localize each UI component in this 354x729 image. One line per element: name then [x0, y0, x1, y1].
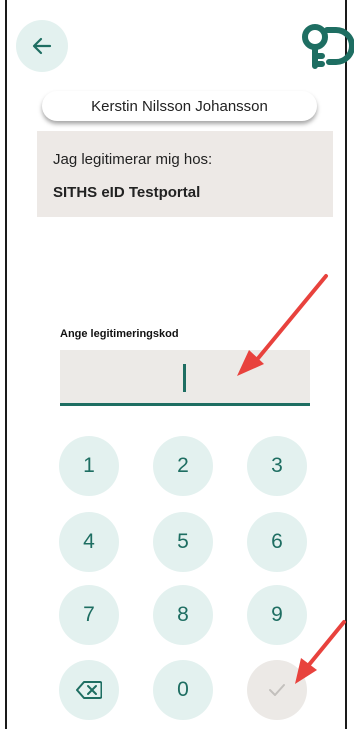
keypad-key-7[interactable]: 7	[59, 585, 119, 645]
key-label: 8	[177, 603, 189, 626]
keypad-key-6[interactable]: 6	[247, 512, 307, 572]
user-name-badge: Kerstin Nilsson Johansson	[42, 91, 317, 121]
info-intro-text: Jag legitimerar mig hos:	[53, 151, 213, 168]
key-label: 1	[83, 454, 95, 477]
keypad-key-5[interactable]: 5	[153, 512, 213, 572]
keypad-key-9[interactable]: 9	[247, 585, 307, 645]
frame-border-left	[5, 0, 7, 729]
key-label: 5	[177, 530, 189, 553]
service-name: SITHS eID Testportal	[53, 184, 201, 201]
frame-border-right	[345, 0, 347, 729]
keypad-key-3[interactable]: 3	[247, 436, 307, 496]
confirm-button[interactable]	[247, 660, 307, 720]
relying-party-info: Jag legitimerar mig hos: SITHS eID Testp…	[37, 131, 333, 217]
text-caret	[183, 364, 186, 392]
keypad-key-0[interactable]: 0	[153, 660, 213, 720]
key-label: 2	[177, 454, 189, 477]
keypad-key-1[interactable]: 1	[59, 436, 119, 496]
key-logo-icon	[302, 24, 354, 69]
key-label: 6	[271, 530, 283, 553]
security-code-input[interactable]	[60, 350, 310, 406]
check-icon	[269, 684, 285, 696]
keypad-key-4[interactable]: 4	[59, 512, 119, 572]
key-label: 0	[177, 678, 189, 701]
keypad-key-8[interactable]: 8	[153, 585, 213, 645]
keypad-key-2[interactable]: 2	[153, 436, 213, 496]
key-label: 4	[83, 530, 95, 553]
arrow-left-icon	[32, 37, 52, 55]
user-name: Kerstin Nilsson Johansson	[91, 97, 268, 115]
key-label: 3	[271, 454, 283, 477]
back-button[interactable]	[16, 20, 68, 72]
key-label: 7	[83, 603, 95, 626]
code-field-label: Ange legitimeringskod	[60, 328, 179, 340]
key-label: 9	[271, 603, 283, 626]
backspace-button[interactable]	[59, 660, 119, 720]
backspace-icon	[76, 681, 102, 699]
